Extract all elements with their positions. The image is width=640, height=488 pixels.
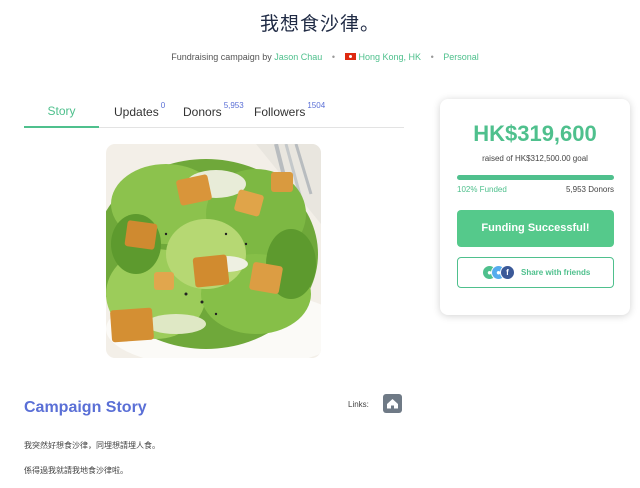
tab-label: Donors xyxy=(183,105,222,119)
share-with-friends-button[interactable]: ● ● f Share with friends xyxy=(457,257,614,288)
story-paragraph: 我突然好想食沙律，同埋想請埋人食。 xyxy=(24,441,160,450)
author-link[interactable]: Jason Chau xyxy=(274,52,322,62)
donors-count: 5,953 Donors xyxy=(565,185,614,194)
tab-label: Followers xyxy=(254,105,306,119)
home-icon xyxy=(387,399,398,409)
separator-dot: • xyxy=(331,52,335,62)
salad-photo-icon xyxy=(106,144,321,358)
separator-dot: • xyxy=(430,52,434,62)
tab-count: 0 xyxy=(160,101,166,110)
website-link-button[interactable] xyxy=(383,394,402,413)
page-title: 我想食沙律。 xyxy=(259,13,380,35)
funding-card: HK$319,600 raised of HK$312,500.00 goal … xyxy=(440,99,630,315)
funded-percent: 102% Funded xyxy=(457,185,507,194)
links-label: Links: xyxy=(348,400,369,409)
tab-label: Updates xyxy=(114,105,159,119)
tab-followers[interactable]: Followers 1504 xyxy=(254,101,326,128)
facebook-icon: f xyxy=(500,265,515,280)
story-paragraph: 係得過我就請我地食沙律啦。 xyxy=(24,466,128,475)
campaign-photo xyxy=(106,144,321,358)
funding-progress-bar xyxy=(457,175,614,180)
tab-count: 1504 xyxy=(307,101,326,110)
tab-label: Story xyxy=(47,104,76,118)
tab-count: 5,953 xyxy=(223,101,244,110)
raised-amount: HK$319,600 xyxy=(473,121,597,146)
hong-kong-flag-icon xyxy=(344,53,356,60)
tab-donors[interactable]: Donors 5,953 xyxy=(183,101,244,128)
funding-successful-button[interactable]: Funding Successful! xyxy=(457,210,614,247)
location-link[interactable]: Hong Kong, HK xyxy=(359,52,422,62)
progress-fill xyxy=(457,175,614,180)
goal-text: raised of HK$312,500.00 goal xyxy=(482,154,588,163)
tab-updates[interactable]: Updates 0 xyxy=(114,101,166,128)
share-icons: ● ● f xyxy=(482,265,516,280)
campaign-byline: Fundraising campaign by Jason Chau • Hon… xyxy=(0,52,640,62)
tab-story[interactable]: Story xyxy=(24,104,99,128)
campaign-tabs: Story Updates 0 Donors 5,953 Followers 1504 xyxy=(24,101,404,128)
category-link[interactable]: Personal xyxy=(443,52,479,62)
campaign-story-heading: Campaign Story xyxy=(24,399,147,416)
byline-prefix: Fundraising campaign by xyxy=(171,52,272,62)
share-label: Share with friends xyxy=(521,268,591,277)
